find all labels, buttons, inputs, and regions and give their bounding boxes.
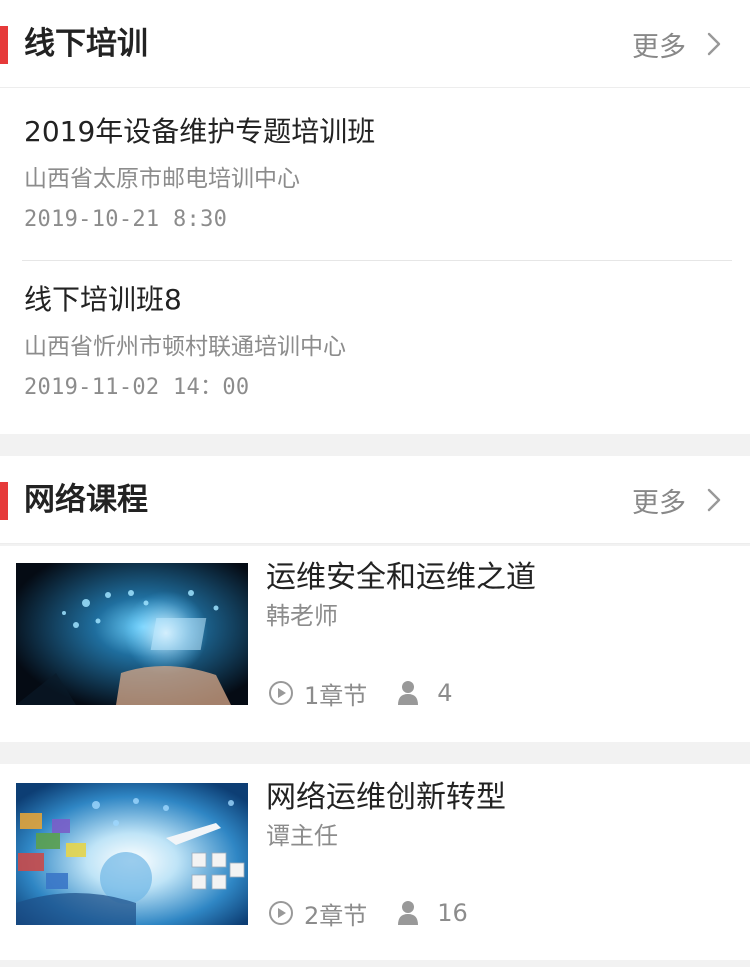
offline-training-section: 线下培训 更多 2019年设备维护专题培训班 山西省太原市邮电培训中心 2019…: [0, 0, 750, 434]
course-title: 网络运维创新转型: [266, 780, 506, 815]
person-icon: [398, 901, 419, 925]
play-circle-icon: [269, 681, 293, 705]
more-label: 更多: [632, 31, 686, 63]
chevron-right-icon: [707, 32, 721, 56]
divider: [22, 260, 732, 261]
training-title: 2019年设备维护专题培训班: [24, 115, 376, 148]
offline-training-more-link[interactable]: 更多: [632, 22, 722, 66]
learner-count: 4: [437, 679, 453, 707]
training-title: 线下培训班8: [24, 283, 182, 316]
course-meta: 2章节 16: [268, 896, 468, 930]
chevron-right-icon: [707, 488, 721, 512]
training-location: 山西省太原市邮电培训中心: [24, 166, 300, 192]
learner-count: 16: [437, 899, 468, 927]
course-card[interactable]: 运维安全和运维之道 韩老师 1章节 4: [0, 546, 750, 742]
course-card[interactable]: 网络运维创新转型 谭主任 2章节 16: [0, 764, 750, 960]
training-time: 2019-11-02 14：00: [24, 375, 250, 400]
training-item[interactable]: 线下培训班8 山西省忻州市顿村联通培训中心 2019-11-02 14：00: [24, 280, 732, 404]
course-teacher: 韩老师: [266, 602, 338, 630]
course-title: 运维安全和运维之道: [266, 560, 536, 595]
more-label: 更多: [632, 487, 686, 519]
offline-training-header: 线下培训 更多: [0, 0, 750, 88]
online-courses-section: 网络课程 更多: [0, 456, 750, 544]
chapter-count: 1章节: [304, 681, 368, 710]
course-meta: 1章节 4: [268, 676, 453, 710]
section-title: 线下培训: [24, 26, 148, 62]
person-icon: [398, 681, 419, 705]
section-accent-bar: [0, 26, 8, 64]
tech-globe-image: [16, 563, 248, 705]
training-time: 2019-10-21 8:30: [24, 207, 228, 232]
section-accent-bar: [0, 482, 8, 520]
chapter-count: 2章节: [304, 901, 368, 930]
training-location: 山西省忻州市顿村联通培训中心: [24, 334, 346, 360]
online-courses-more-link[interactable]: 更多: [632, 478, 722, 522]
network-media-image: [16, 783, 248, 925]
section-title: 网络课程: [24, 482, 148, 518]
training-item[interactable]: 2019年设备维护专题培训班 山西省太原市邮电培训中心 2019-10-21 8…: [24, 112, 732, 236]
online-courses-header: 网络课程 更多: [0, 456, 750, 544]
play-circle-icon: [269, 901, 293, 925]
course-teacher: 谭主任: [266, 822, 338, 850]
